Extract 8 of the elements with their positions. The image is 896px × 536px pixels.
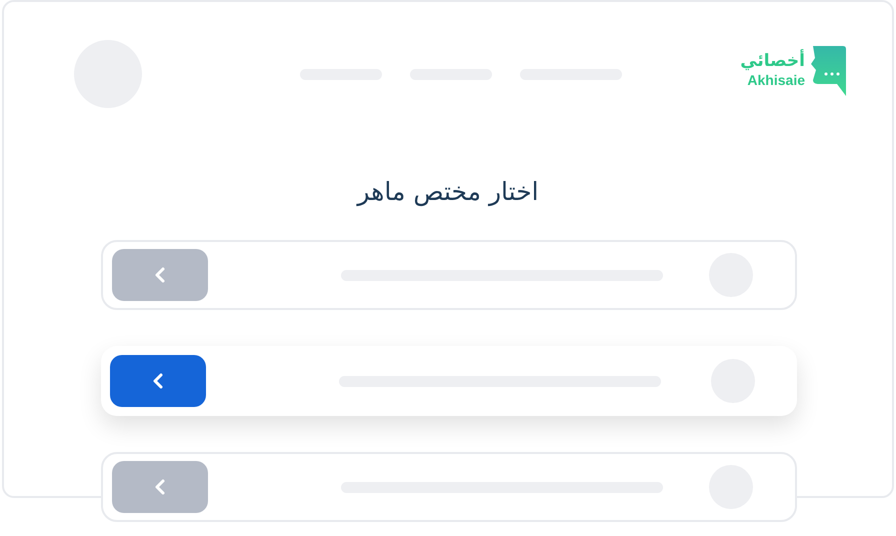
chevron-left-icon: [154, 478, 166, 496]
specialist-row[interactable]: [101, 346, 797, 416]
select-button[interactable]: [110, 355, 206, 407]
chevron-left-icon: [152, 372, 164, 390]
page-title: اختار مختص ماهر: [357, 176, 539, 208]
logo-arabic-text: أخصائي: [740, 51, 805, 71]
chevron-left-icon: [154, 266, 166, 284]
logo-latin-text: Akhisaie: [747, 71, 805, 89]
